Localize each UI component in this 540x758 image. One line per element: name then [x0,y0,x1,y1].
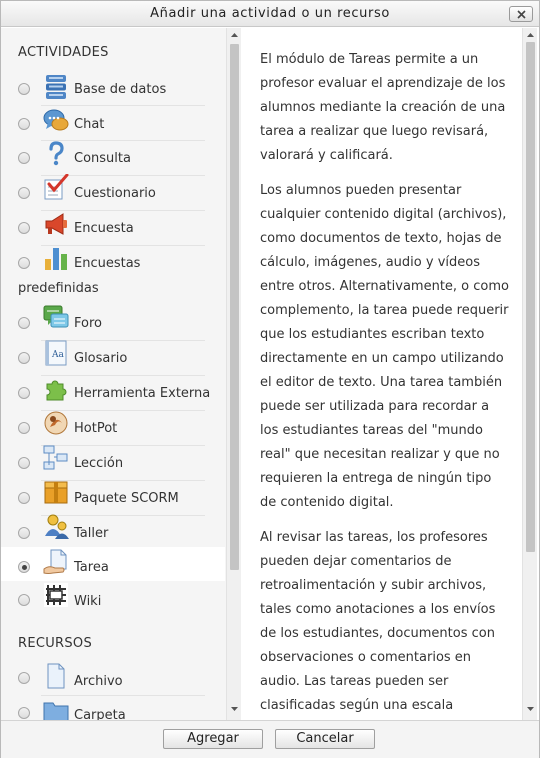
radio-button[interactable] [18,257,30,269]
option-label: Encuestas [74,256,141,271]
close-icon [517,10,526,19]
right-scrollbar-thumb[interactable] [526,42,535,552]
radio-button[interactable] [18,594,30,606]
option-herramienta-externa[interactable]: Herramienta Externa [1,376,225,411]
dialog-footer: Agregar Cancelar [1,720,539,758]
option-label: Chat [74,117,105,132]
option-label: Glosario [74,351,128,366]
option-tarea[interactable]: Tarea [1,547,225,581]
option-chat[interactable]: Chat [1,106,225,141]
radio-button[interactable] [18,222,30,234]
svg-text:Aa: Aa [51,350,64,360]
add-button[interactable]: Agregar [163,729,263,749]
option-consulta[interactable]: Consulta [1,141,225,176]
left-scrollbar-thumb[interactable] [230,44,239,570]
radio-button[interactable] [18,352,30,364]
checklist-icon [44,174,69,200]
glossary-book-icon: Aa [45,340,67,366]
radio-button[interactable] [18,422,30,434]
option-hotpot[interactable]: HotPot [1,411,225,446]
add-activity-dialog: Añadir una actividad o un recurso ACTIVI… [0,0,540,758]
option-label: Foro [74,316,102,331]
chat-bubbles-icon [43,109,69,131]
assignment-hand-icon [43,549,67,574]
option-glosario[interactable]: Aa Glosario [1,340,225,376]
option-label: Lección [74,456,124,471]
option-foro[interactable]: Foro [1,305,225,341]
hotpot-icon [44,411,68,435]
radio-button[interactable] [18,317,30,329]
wiki-icon [44,583,68,607]
workshop-people-icon [45,514,69,539]
puzzle-piece-icon [46,380,67,401]
description-paragraph: Al revisar las tareas, los profesores pu… [260,530,496,713]
option-archivo[interactable]: Archivo [1,661,225,696]
question-mark-icon [49,141,64,166]
scroll-down-arrow-icon[interactable] [526,704,535,714]
option-base-de-datos[interactable]: Base de datos [1,71,225,106]
radio-button[interactable] [18,707,30,719]
option-label: Cuestionario [74,186,156,201]
option-cuestionario[interactable]: Cuestionario [1,174,225,211]
option-label: Paquete SCORM [74,491,179,506]
option-taller[interactable]: Taller [1,514,225,551]
cancel-button[interactable]: Cancelar [275,729,375,749]
radio-button[interactable] [18,492,30,504]
dialog-title: Añadir una actividad o un recurso [150,6,390,21]
radio-button[interactable] [18,457,30,469]
option-label: Herramienta Externa [74,386,211,401]
module-chooser-list[interactable]: ACTIVIDADES Base de datos Chat Consulta … [1,28,241,720]
activities-heading: ACTIVIDADES [18,45,109,60]
folder-icon [43,702,69,720]
left-scrollbar[interactable] [226,28,241,720]
option-label: HotPot [74,421,118,436]
radio-button[interactable] [18,118,30,130]
option-wiki[interactable]: Wiki [1,583,225,619]
dialog-titlebar: Añadir una actividad o un recurso [1,1,539,27]
radio-button[interactable] [18,672,30,684]
option-paquete-scorm[interactable]: Paquete SCORM [1,481,225,516]
option-label: Encuesta [74,221,134,236]
radio-button[interactable] [18,83,30,95]
option-encuesta[interactable]: Encuesta [1,211,225,246]
option-label: Carpeta [74,708,126,720]
right-scrollbar[interactable] [522,28,537,720]
description-paragraph: Los alumnos pueden presentar cualquier c… [260,183,509,510]
database-icon [46,75,66,99]
option-encuestas-predefinidas[interactable]: Encuestas predefinidas [1,246,225,304]
option-label-continued: predefinidas [18,281,99,296]
scroll-up-arrow-icon[interactable] [526,30,535,40]
lesson-flowchart-icon [43,445,68,470]
forum-icon [43,305,69,328]
resources-heading: RECURSOS [18,636,93,651]
radio-button[interactable] [18,527,30,539]
megaphone-icon [45,213,67,235]
option-label: Base de datos [74,82,167,97]
option-label: Wiki [74,594,102,609]
option-label: Tarea [74,560,109,575]
bar-chart-icon [45,248,67,270]
scroll-up-arrow-icon[interactable] [230,30,239,40]
scorm-package-icon [44,481,68,504]
module-description-panel: El módulo de Tareas permite a un profeso… [242,28,539,720]
option-label: Archivo [74,674,123,689]
option-label: Taller [74,526,109,541]
radio-button[interactable] [18,152,30,164]
close-button[interactable] [509,6,533,22]
description-paragraph: El módulo de Tareas permite a un profeso… [260,52,506,163]
option-carpeta[interactable]: Carpeta [1,696,225,720]
option-label: Consulta [74,151,131,166]
radio-button[interactable] [18,187,30,199]
radio-button[interactable] [18,387,30,399]
scroll-down-arrow-icon[interactable] [230,704,239,714]
module-description: El módulo de Tareas permite a un profeso… [260,48,510,720]
option-leccion[interactable]: Lección [1,445,225,481]
radio-button-selected[interactable] [18,561,30,573]
file-icon [47,663,65,689]
